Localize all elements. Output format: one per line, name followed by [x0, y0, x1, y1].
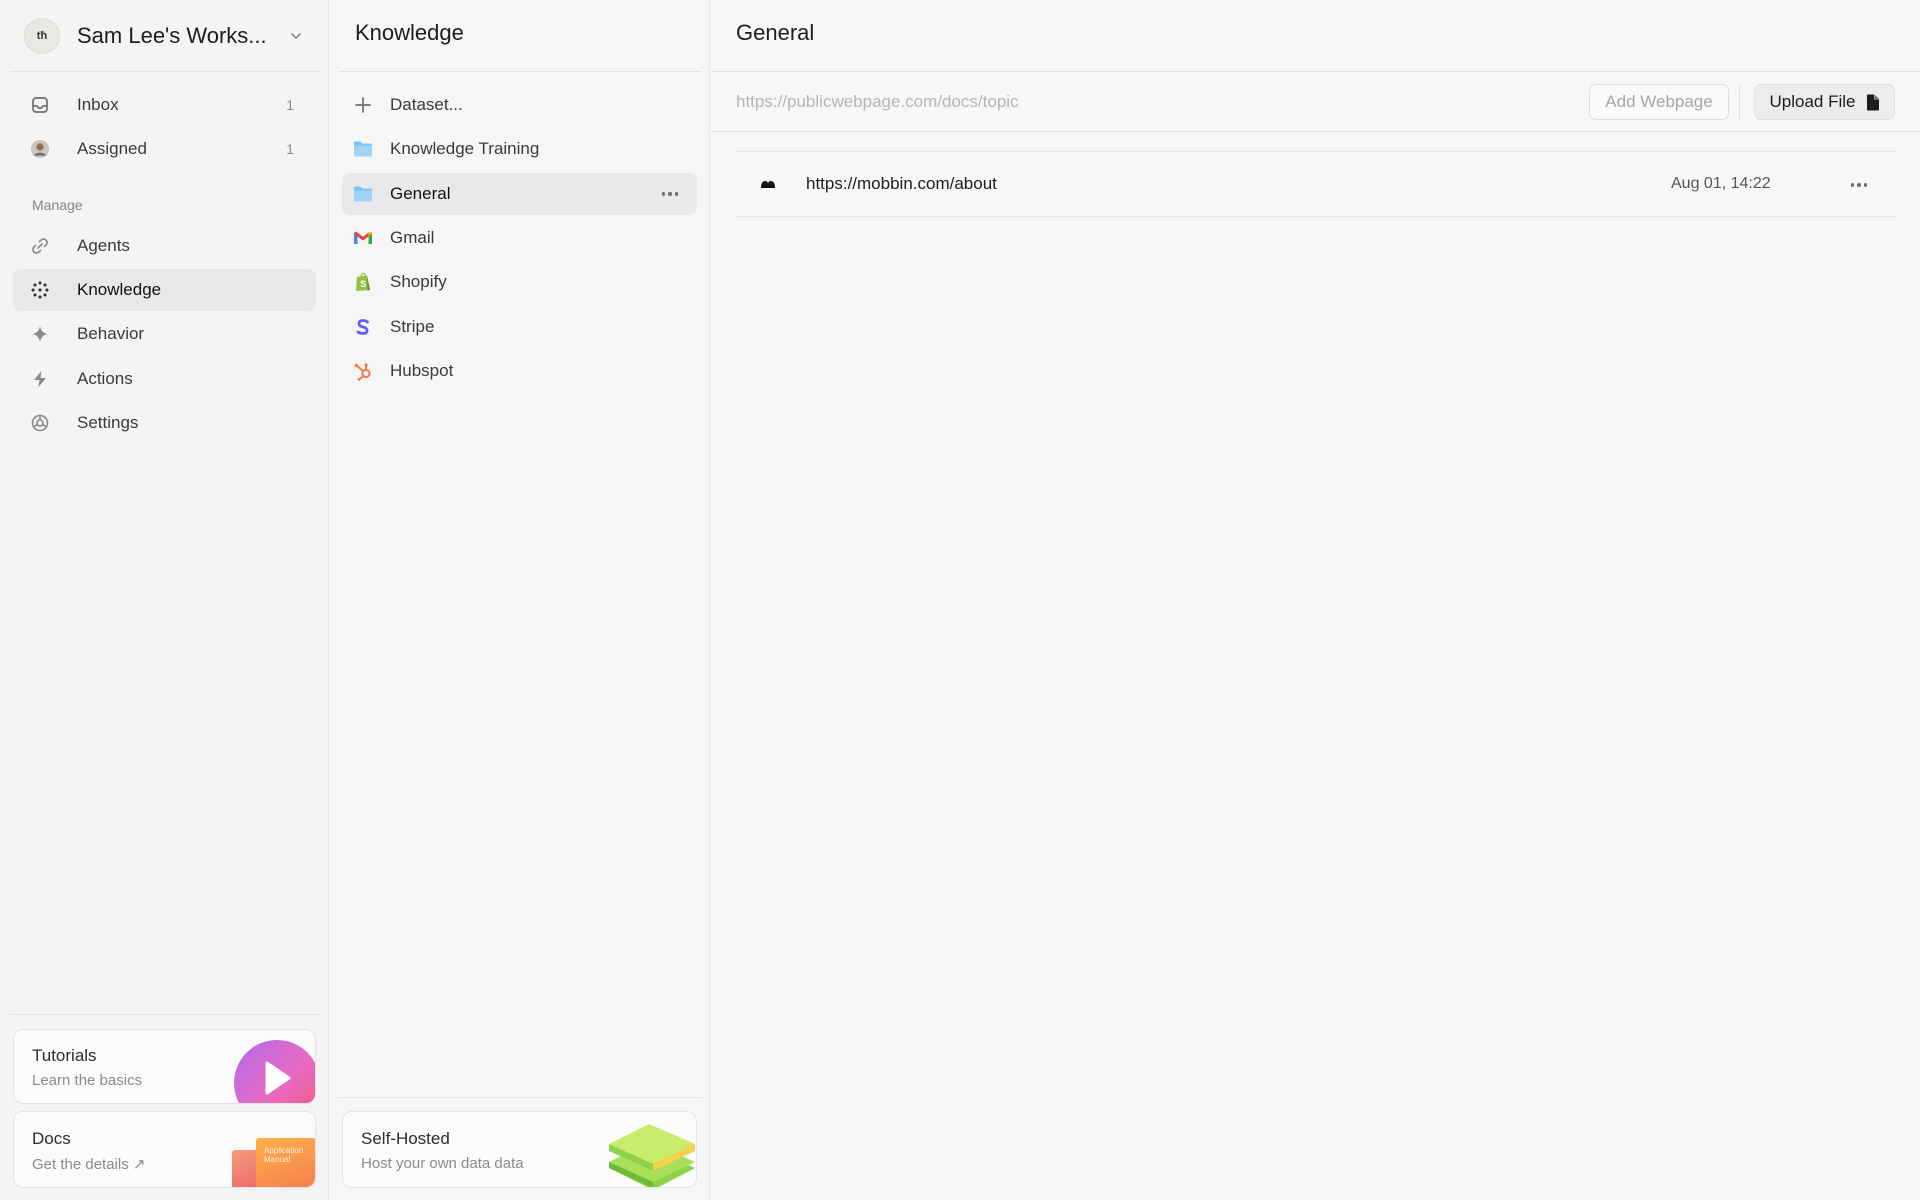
- nav-label-assigned: Assigned: [77, 139, 147, 158]
- row-url: https://mobbin.com/about: [806, 174, 997, 193]
- nav-label-agents: Agents: [77, 236, 130, 255]
- dataset-label: Shopify: [390, 272, 447, 291]
- website-favicon-icon: [760, 177, 776, 195]
- nav-item-inbox[interactable]: Inbox 1: [13, 84, 316, 126]
- stripe-icon: [352, 316, 374, 338]
- workspace-switcher[interactable]: tħ Sam Lee's Works...: [24, 16, 306, 56]
- tutorials-card[interactable]: Tutorials Learn the basics: [13, 1029, 316, 1104]
- section-label-manage: Manage: [32, 197, 83, 213]
- file-icon: [1866, 94, 1880, 111]
- tutorials-subtitle: Learn the basics: [32, 1072, 143, 1089]
- knowledge-panel: Knowledge Dataset... Knowledge Training …: [330, 0, 710, 1200]
- settings-icon: [29, 412, 51, 434]
- nav-item-behavior[interactable]: Behavior: [13, 313, 316, 355]
- docs-title: Docs: [32, 1129, 71, 1148]
- folder-icon: [352, 138, 374, 160]
- workspace-avatar: tħ: [24, 18, 60, 54]
- docs-subtitle: Get the details ↗: [32, 1156, 146, 1173]
- gmail-icon: [352, 227, 374, 249]
- chevron-down-icon: [286, 26, 306, 46]
- play-icon: [234, 1040, 315, 1103]
- folder-icon: [352, 183, 374, 205]
- assigned-count: 1: [286, 141, 294, 157]
- dataset-label: Dataset...: [390, 95, 463, 114]
- divider: [10, 1014, 320, 1015]
- page-title: General: [736, 20, 815, 45]
- more-options-icon[interactable]: [1844, 174, 1874, 196]
- dataset-item-stripe[interactable]: Stripe: [342, 306, 697, 348]
- nav-item-agents[interactable]: Agents: [13, 225, 316, 267]
- webpage-url-input[interactable]: [736, 88, 1556, 116]
- user-avatar-icon: [29, 138, 51, 160]
- nav-label-settings: Settings: [77, 413, 139, 432]
- more-options-icon[interactable]: [655, 183, 685, 205]
- dataset-label: Knowledge Training: [390, 139, 540, 158]
- inbox-icon: [29, 94, 51, 116]
- divider: [711, 71, 1920, 72]
- dataset-item-hubspot[interactable]: Hubspot: [342, 350, 697, 392]
- nav-item-settings[interactable]: Settings: [13, 402, 316, 444]
- dataset-label: General: [390, 184, 451, 203]
- nav-item-knowledge[interactable]: Knowledge: [13, 269, 316, 311]
- nav-label-actions: Actions: [77, 369, 133, 388]
- nav-label-knowledge: Knowledge: [77, 280, 162, 299]
- table-row[interactable]: https://mobbin.com/about Aug 01, 14:22: [736, 151, 1896, 217]
- lightning-icon: [29, 368, 51, 390]
- divider: [338, 71, 702, 72]
- divider: [711, 131, 1920, 132]
- svg-text:S: S: [360, 279, 366, 289]
- row-date: Aug 01, 14:22: [1671, 175, 1771, 192]
- dataset-item-gmail[interactable]: Gmail: [342, 217, 697, 259]
- nav-item-assigned[interactable]: Assigned 1: [13, 128, 316, 170]
- nav-label-behavior: Behavior: [77, 324, 145, 343]
- inbox-count: 1: [286, 97, 294, 113]
- docs-card[interactable]: Docs Get the details ↗ Application Manua…: [13, 1111, 316, 1188]
- upload-file-button[interactable]: Upload File: [1754, 84, 1895, 120]
- add-webpage-button[interactable]: Add Webpage: [1589, 84, 1729, 120]
- knowledge-dots-icon: [29, 279, 51, 301]
- link-icon: [29, 235, 51, 257]
- divider: [338, 1097, 702, 1098]
- knowledge-title: Knowledge: [355, 20, 464, 45]
- divider: [1739, 84, 1740, 120]
- dataset-label: Hubspot: [390, 361, 454, 380]
- workspace-name: Sam Lee's Works...: [77, 23, 267, 48]
- hubspot-icon: [352, 360, 374, 382]
- shopify-icon: S: [352, 271, 374, 293]
- nav-label-inbox: Inbox: [77, 95, 119, 114]
- tutorials-title: Tutorials: [32, 1046, 97, 1065]
- nav-item-actions[interactable]: Actions: [13, 358, 316, 400]
- upload-file-label: Upload File: [1769, 92, 1856, 111]
- divider: [10, 71, 320, 72]
- sidebar: tħ Sam Lee's Works... Inbox 1 Assigned 1…: [0, 0, 329, 1200]
- sparkle-icon: [29, 323, 51, 345]
- self-hosted-card[interactable]: Self-Hosted Host your own data data: [342, 1111, 697, 1188]
- self-hosted-subtitle: Host your own data data: [361, 1155, 524, 1172]
- dataset-item-general[interactable]: General: [342, 173, 697, 215]
- dataset-label: Gmail: [390, 228, 435, 247]
- stacked-layers-icon: [605, 1118, 695, 1187]
- main-content: General Add Webpage Upload File https://…: [711, 0, 1920, 1200]
- dataset-item-knowledge-training[interactable]: Knowledge Training: [342, 128, 697, 170]
- add-dataset-button[interactable]: Dataset...: [342, 84, 697, 126]
- self-hosted-title: Self-Hosted: [361, 1129, 450, 1148]
- dataset-label: Stripe: [390, 317, 435, 336]
- manual-book-icon: Application Manual: [232, 1138, 315, 1187]
- plus-icon: [352, 94, 374, 116]
- dataset-item-shopify[interactable]: S Shopify: [342, 261, 697, 303]
